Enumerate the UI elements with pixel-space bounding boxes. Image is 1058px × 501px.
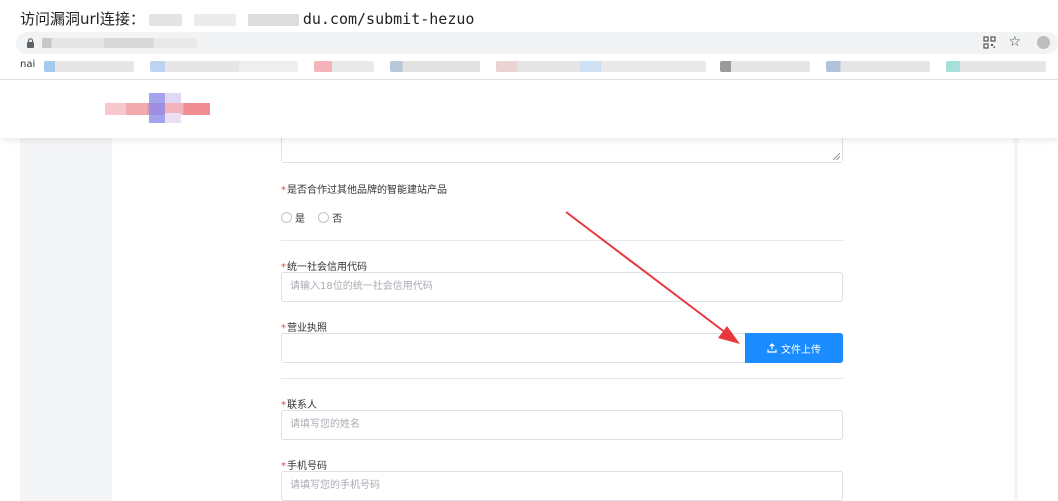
- bookmark-item[interactable]: [496, 61, 706, 72]
- radio-circle[interactable]: [281, 212, 292, 223]
- form-panel: [112, 138, 1014, 501]
- credit-code-label: *统一社会信用代码: [281, 258, 367, 273]
- upload-button-label: 文件上传: [781, 344, 821, 356]
- radio-no[interactable]: 否: [318, 210, 342, 225]
- bookmark-item[interactable]: [946, 61, 1046, 72]
- radio-no-label: 否: [332, 214, 343, 225]
- upload-icon: [767, 343, 777, 353]
- address-bar[interactable]: ☆: [16, 32, 1058, 54]
- phone-label: *手机号码: [281, 457, 327, 472]
- site-header: [0, 80, 1058, 138]
- contact-label: *联系人: [281, 396, 317, 411]
- partner-question-text: 是否合作过其他品牌的智能建站产品: [287, 185, 447, 196]
- star-icon[interactable]: ☆: [1008, 34, 1021, 50]
- caption-url: du.com/submit-hezuo: [302, 10, 475, 28]
- license-file-field[interactable]: [281, 333, 746, 363]
- required-mark: *: [281, 185, 286, 196]
- bookmark-item[interactable]: [390, 61, 480, 72]
- radio-circle[interactable]: [318, 212, 330, 223]
- bookmark-item[interactable]: [150, 61, 298, 72]
- bookmark-item[interactable]: [826, 61, 930, 72]
- contact-input[interactable]: 请填写您的姓名: [281, 410, 843, 440]
- bookmark-item[interactable]: [314, 61, 374, 72]
- section-divider: [281, 240, 843, 241]
- section-divider: [281, 378, 843, 379]
- site-logo[interactable]: [105, 93, 210, 123]
- phone-input[interactable]: 请填写您的手机号码: [281, 471, 843, 501]
- bookmark-item[interactable]: [720, 61, 810, 72]
- lock-icon: [27, 38, 34, 48]
- radio-yes-label: 是: [295, 214, 305, 225]
- annotation-caption: 访问漏洞url连接： du.com/submit-hezuo: [20, 8, 474, 30]
- bookmarks-bar: nai: [0, 58, 1058, 76]
- extension-icon[interactable]: [1037, 36, 1050, 49]
- caption-label: 访问漏洞url连接：: [20, 10, 145, 28]
- business-license-label: *营业执照: [281, 319, 327, 334]
- resize-handle-icon[interactable]: [833, 153, 840, 160]
- partner-question-label: *是否合作过其他品牌的智能建站产品: [281, 181, 447, 196]
- partner-radio-group: 是 否: [281, 210, 352, 225]
- qr-code-icon[interactable]: [983, 36, 996, 49]
- credit-code-input[interactable]: 请输入18位的统一社会信用代码: [281, 272, 843, 302]
- redacted-url-part: [148, 13, 299, 26]
- bookmark-lead-text: nai: [20, 59, 36, 70]
- bookmark-item[interactable]: [44, 61, 134, 72]
- redacted-url: [42, 38, 197, 48]
- radio-yes[interactable]: 是: [281, 210, 305, 225]
- file-upload-button[interactable]: 文件上传: [745, 333, 843, 363]
